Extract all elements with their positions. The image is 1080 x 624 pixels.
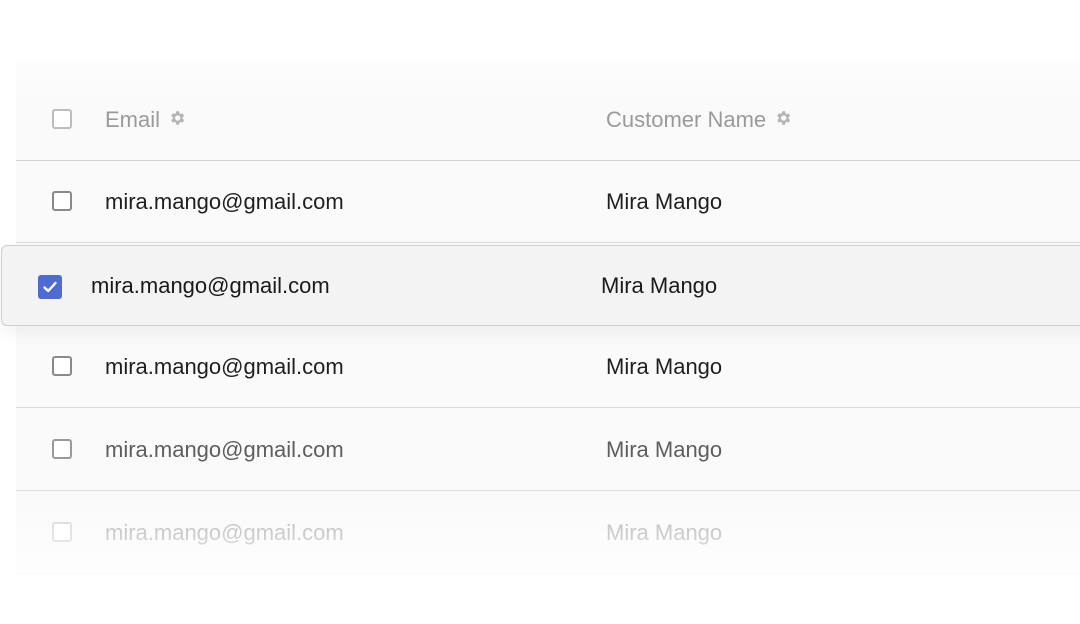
email-cell: mira.mango@gmail.com: [105, 354, 344, 379]
customer-name-cell: Mira Mango: [606, 189, 723, 214]
customer-name-cell: Mira Mango: [606, 354, 723, 379]
column-header-email[interactable]: Email: [105, 78, 186, 161]
email-cell: mira.mango@gmail.com: [105, 437, 344, 462]
email-cell: mira.mango@gmail.com: [105, 520, 344, 545]
email-cell: mira.mango@gmail.com: [105, 189, 344, 214]
customer-name-cell: Mira Mango: [606, 520, 723, 545]
checkmark-icon: [43, 281, 57, 293]
customer-name-cell: Mira Mango: [601, 273, 718, 298]
row-checkbox-checked[interactable]: [38, 275, 62, 299]
row-checkbox[interactable]: [52, 439, 72, 459]
table-header: Email Customer Name: [16, 78, 1080, 161]
row-checkbox[interactable]: [52, 191, 72, 211]
customer-table-screen: Email Customer Name mira.mango@gmail.com…: [0, 0, 1080, 624]
email-cell: mira.mango@gmail.com: [91, 273, 330, 298]
column-header-customer-name-label: Customer Name: [606, 107, 767, 132]
row-checkbox[interactable]: [52, 522, 72, 542]
table-row[interactable]: mira.mango@gmail.com Mira Mango: [16, 492, 1080, 574]
table-row[interactable]: mira.mango@gmail.com Mira Mango: [16, 409, 1080, 491]
column-header-email-label: Email: [105, 107, 161, 132]
gear-icon[interactable]: [168, 78, 186, 161]
select-all-checkbox[interactable]: [52, 109, 72, 129]
gear-icon[interactable]: [774, 78, 792, 161]
table-row[interactable]: mira.mango@gmail.com Mira Mango: [16, 161, 1080, 243]
customer-name-cell: Mira Mango: [606, 437, 723, 462]
row-checkbox[interactable]: [52, 356, 72, 376]
selected-table-row[interactable]: mira.mango@gmail.com Mira Mango: [1, 245, 1080, 326]
table-row[interactable]: mira.mango@gmail.com Mira Mango: [16, 326, 1080, 408]
column-header-customer-name[interactable]: Customer Name: [606, 78, 792, 161]
